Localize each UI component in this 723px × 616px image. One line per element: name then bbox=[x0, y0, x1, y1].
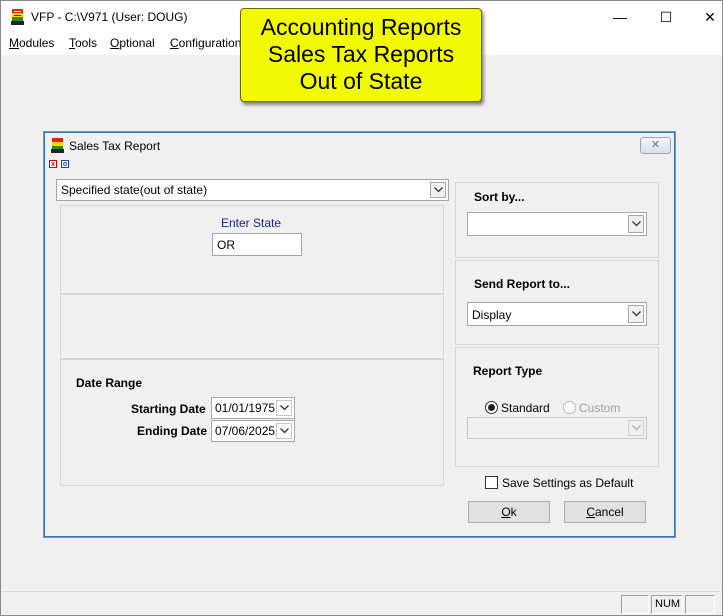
state-input[interactable] bbox=[212, 233, 302, 256]
callout-line-2: Sales Tax Reports bbox=[267, 41, 455, 67]
chevron-down-icon bbox=[276, 423, 292, 439]
annotation-callout: Accounting Reports Sales Tax Reports Out… bbox=[240, 8, 482, 102]
date-range-label: Date Range bbox=[76, 376, 143, 390]
ending-date-label: Ending Date bbox=[137, 424, 208, 438]
menu-optional[interactable]: Optional bbox=[110, 36, 155, 50]
status-cell-blank-2 bbox=[685, 595, 715, 614]
window-title: VFP - C:\V971 (User: DOUG) bbox=[31, 10, 188, 24]
maximize-icon: ☐ bbox=[659, 8, 673, 25]
chevron-down-icon bbox=[430, 182, 446, 198]
report-type-panel: Report Type Standard Custom bbox=[455, 347, 659, 467]
menu-optional-mnemonic: O bbox=[110, 36, 120, 50]
report-scope-select[interactable]: Specified state(out of state) bbox=[56, 179, 449, 201]
starting-date-picker[interactable]: 01/01/1975 bbox=[211, 397, 295, 419]
ok-mnemonic: O bbox=[501, 505, 511, 519]
custom-report-select[interactable] bbox=[467, 417, 647, 439]
save-default-label[interactable]: Save Settings as Default bbox=[502, 476, 633, 490]
send-report-label: Send Report to... bbox=[474, 277, 570, 291]
chevron-down-icon bbox=[276, 400, 292, 416]
close-icon: ✕ bbox=[704, 8, 716, 25]
dialog-app-icon bbox=[51, 138, 64, 153]
custom-radio-label[interactable]: Custom bbox=[579, 401, 620, 415]
dialog-title-bar: Sales Tax Report ✕ bbox=[45, 133, 674, 157]
close-icon: ✕ bbox=[650, 139, 661, 151]
sort-by-select[interactable] bbox=[467, 212, 647, 236]
sales-tax-report-dialog: Sales Tax Report ✕ x o Specified state(o… bbox=[44, 132, 675, 537]
menu-optional-label: ptional bbox=[119, 36, 155, 50]
custom-radio[interactable] bbox=[563, 401, 576, 414]
date-range-panel: Date Range Starting Date 01/01/1975 Endi… bbox=[60, 359, 444, 486]
sort-by-panel: Sort by... bbox=[455, 182, 659, 258]
ok-button[interactable]: Ok bbox=[468, 501, 550, 523]
send-report-value: Display bbox=[472, 308, 512, 322]
dialog-close-button[interactable]: ✕ bbox=[640, 137, 671, 154]
state-panel: Enter State bbox=[60, 205, 444, 294]
standard-radio-label[interactable]: Standard bbox=[501, 401, 550, 415]
menu-tools[interactable]: Tools bbox=[69, 36, 97, 50]
app-icon bbox=[11, 9, 24, 25]
cancel-mnemonic: C bbox=[586, 505, 595, 519]
menu-modules-mnemonic: M bbox=[9, 36, 19, 50]
standard-radio[interactable] bbox=[485, 401, 498, 414]
cancel-label: ancel bbox=[594, 505, 624, 519]
blank-panel bbox=[60, 294, 444, 359]
starting-date-label: Starting Date bbox=[131, 402, 206, 416]
status-num: NUM bbox=[651, 595, 683, 614]
sort-by-label: Sort by... bbox=[474, 190, 525, 204]
ending-date-value: 07/06/2025 bbox=[215, 424, 276, 438]
menu-configuration-label: onfiguration bbox=[178, 36, 242, 50]
chevron-down-icon bbox=[628, 215, 644, 233]
save-default-checkbox[interactable] bbox=[485, 476, 498, 489]
menu-modules-label: odules bbox=[19, 36, 55, 50]
chevron-down-icon bbox=[628, 420, 644, 436]
callout-line-1: Accounting Reports bbox=[260, 14, 462, 40]
ending-date-picker[interactable]: 07/06/2025 bbox=[211, 420, 295, 442]
menu-configuration-mnemonic: C bbox=[170, 36, 179, 50]
enter-state-label: Enter State bbox=[221, 216, 282, 230]
callout-line-3: Out of State bbox=[299, 68, 423, 94]
menu-tools-label: ools bbox=[75, 36, 98, 50]
minimize-icon: — bbox=[613, 9, 627, 25]
send-report-select[interactable]: Display bbox=[467, 302, 647, 326]
maximize-button[interactable]: ☐ bbox=[643, 1, 689, 33]
mini-close-button[interactable]: x bbox=[49, 160, 57, 168]
mini-option-button[interactable]: o bbox=[61, 160, 69, 168]
status-bar: NUM bbox=[1, 591, 722, 615]
minimize-button[interactable]: — bbox=[597, 1, 643, 33]
ok-label: k bbox=[510, 505, 517, 519]
close-button[interactable]: ✕ bbox=[687, 1, 723, 33]
menu-configuration[interactable]: Configuration bbox=[170, 36, 241, 50]
report-scope-value: Specified state(out of state) bbox=[61, 183, 208, 197]
report-type-label: Report Type bbox=[473, 364, 543, 378]
menu-modules[interactable]: Modules bbox=[9, 36, 54, 50]
send-report-panel: Send Report to... Display bbox=[455, 260, 659, 345]
chevron-down-icon bbox=[628, 305, 644, 323]
status-cell-blank bbox=[621, 595, 649, 614]
cancel-button[interactable]: Cancel bbox=[564, 501, 646, 523]
starting-date-value: 01/01/1975 bbox=[215, 401, 276, 415]
dialog-title: Sales Tax Report bbox=[69, 139, 161, 153]
